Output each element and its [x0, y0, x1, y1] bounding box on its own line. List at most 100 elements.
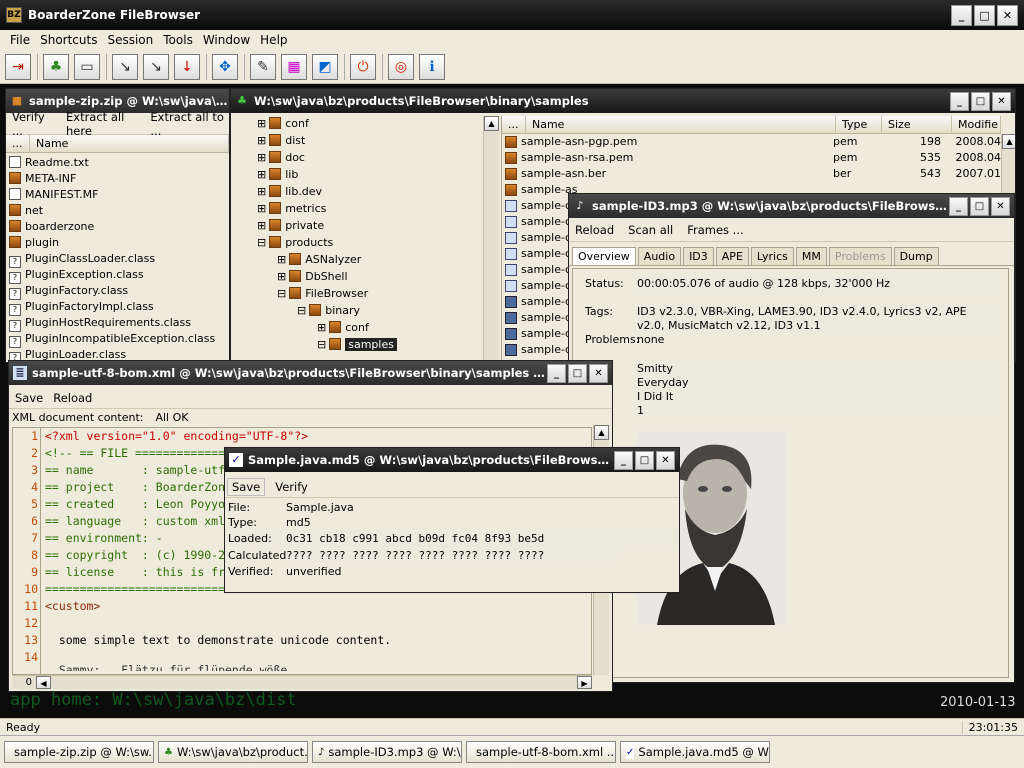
col-size[interactable]: Size	[882, 115, 952, 134]
id3-window-title-bar[interactable]: ♪ sample-ID3.mp3 @ W:\sw\java\bz\product…	[569, 194, 1014, 218]
list-item[interactable]: net	[6, 203, 229, 219]
maximize-button[interactable]: □	[568, 363, 587, 383]
collapse-icon[interactable]: ⊟	[257, 236, 266, 249]
col-name[interactable]: Name	[30, 134, 229, 153]
save-button[interactable]: Save	[11, 390, 47, 406]
info-icon[interactable]: ℹ	[419, 53, 445, 80]
tree-item-dbshell[interactable]: ⊞ DbShell	[231, 269, 483, 285]
table-row[interactable]: sample-asn-rsa.pem pem 535 2008.04	[502, 150, 1001, 166]
expand-icon[interactable]: ⊞	[257, 151, 266, 164]
expand-icon[interactable]: ⊞	[257, 185, 266, 198]
scroll-up-icon[interactable]: ▲	[594, 425, 609, 440]
xml-window-title-bar[interactable]: ≣ sample-utf-8-bom.xml @ W:\sw\java\bz\p…	[9, 361, 612, 385]
tree-item-dist[interactable]: ⊞ dist	[231, 133, 483, 149]
scroll-up-icon[interactable]: ▲	[484, 116, 499, 131]
list-item[interactable]: boarderzone	[6, 219, 229, 235]
expand-icon[interactable]: ⊞	[277, 270, 286, 283]
browser-window-title-bar[interactable]: ♣ W:\sw\java\bz\products\FileBrowser\bin…	[231, 89, 1015, 113]
tile-arrows-icon[interactable]: ✥	[212, 53, 238, 80]
maximize-button[interactable]: □	[635, 450, 654, 470]
menu-help[interactable]: Help	[256, 33, 291, 47]
minimize-button[interactable]: _	[950, 91, 969, 111]
edit-checklist-icon[interactable]: ✎	[250, 53, 276, 80]
tab-overview[interactable]: Overview	[572, 246, 636, 265]
collapse-icon[interactable]: ⊟	[297, 304, 306, 317]
task-md5[interactable]: ✓ Sample.java.md5 @ W:...	[620, 741, 770, 763]
window-arrow-icon[interactable]: ↘	[143, 53, 169, 80]
reload-button[interactable]: Reload	[571, 222, 618, 238]
menu-tools[interactable]: Tools	[159, 33, 197, 47]
list-item[interactable]: MANIFEST.MF	[6, 187, 229, 203]
menu-file[interactable]: File	[6, 33, 34, 47]
scroll-up-icon[interactable]: ▲	[1002, 134, 1015, 149]
tree-item-conf-sub[interactable]: ⊞ conf	[231, 320, 483, 336]
col-name[interactable]: Name	[526, 115, 836, 134]
tree-item-filebrowser[interactable]: ⊟ FileBrowser	[231, 286, 483, 302]
tree-item-metrics[interactable]: ⊞ metrics	[231, 201, 483, 217]
close-button[interactable]: ✕	[656, 450, 675, 470]
save-button[interactable]: Save	[227, 477, 266, 496]
window-red-arrow-icon[interactable]: ↓	[174, 53, 200, 80]
menu-session[interactable]: Session	[103, 33, 157, 47]
table-row[interactable]: sample-asn.ber ber 543 2007.01	[502, 166, 1001, 182]
collapse-icon[interactable]: ⊟	[317, 338, 326, 351]
list-item[interactable]: ? PluginFactory.class	[6, 283, 229, 300]
color-grid-icon[interactable]: ▦	[281, 53, 307, 80]
col-type[interactable]: Type	[836, 115, 882, 134]
tree-item-samples[interactable]: ⊟ samples	[231, 337, 483, 353]
close-button[interactable]: ✕	[991, 196, 1010, 216]
md5-window-title-bar[interactable]: ✓ Sample.java.md5 @ W:\sw\java\bz\produc…	[225, 448, 679, 472]
tree-item-private[interactable]: ⊞ private	[231, 218, 483, 234]
power-icon[interactable]: ⏻	[350, 53, 376, 80]
menu-window[interactable]: Window	[199, 33, 254, 47]
collapse-icon[interactable]: ⊟	[277, 287, 286, 300]
scroll-left-icon[interactable]: ◀	[36, 676, 51, 689]
expand-icon[interactable]: ⊞	[317, 321, 326, 334]
xml-hscrollbar[interactable]: 0 ◀ ▶	[12, 675, 592, 689]
task-browser[interactable]: ♣ W:\sw\java\bz\product...	[158, 741, 308, 763]
tab-id3[interactable]: ID3	[683, 246, 714, 265]
expand-icon[interactable]: ⊞	[257, 117, 266, 130]
scan-all-button[interactable]: Scan all	[624, 222, 677, 238]
tree-item-asnalyzer[interactable]: ⊞ ASNalyzer	[231, 252, 483, 268]
list-item[interactable]: ? PluginException.class	[6, 267, 229, 284]
list-item[interactable]: META-INF	[6, 171, 229, 187]
tab-lyrics[interactable]: Lyrics	[750, 246, 794, 265]
scroll-right-icon[interactable]: ▶	[577, 676, 592, 689]
maximize-button[interactable]: □	[970, 196, 989, 216]
verify-button[interactable]: Verify	[271, 479, 312, 495]
expand-icon[interactable]: ⊞	[277, 253, 286, 266]
new-window-icon[interactable]: ▭	[74, 53, 100, 80]
list-item[interactable]: plugin	[6, 235, 229, 251]
tab-mm[interactable]: MM	[795, 246, 827, 265]
tab-dump[interactable]: Dump	[893, 246, 939, 265]
expand-icon[interactable]: ⊞	[257, 219, 266, 232]
list-item[interactable]: ? PluginClassLoader.class	[6, 251, 229, 268]
tab-audio[interactable]: Audio	[637, 246, 682, 265]
minimize-button[interactable]: _	[547, 363, 566, 383]
minimize-button[interactable]: _	[951, 4, 972, 26]
col-dots[interactable]: ...	[502, 115, 526, 134]
list-item[interactable]: ? PluginHostRequirements.class	[6, 315, 229, 332]
task-zip[interactable]: sample-zip.zip @ W:\sw...	[4, 741, 154, 763]
close-button[interactable]: ✕	[589, 363, 608, 383]
col-dots[interactable]: ...	[6, 134, 30, 153]
frames-button[interactable]: Frames ...	[683, 222, 747, 238]
col-modified[interactable]: Modifie	[952, 115, 1001, 134]
close-button[interactable]: ✕	[997, 4, 1018, 26]
table-row[interactable]: sample-asn-pgp.pem pem 198 2008.04	[502, 134, 1001, 150]
list-item[interactable]: ? PluginFactoryImpl.class	[6, 299, 229, 316]
tree-item-doc[interactable]: ⊞ doc	[231, 150, 483, 166]
tree-item-binary[interactable]: ⊟ binary	[231, 303, 483, 319]
expand-icon[interactable]: ⊞	[257, 134, 266, 147]
tree-item-conf[interactable]: ⊞ conf	[231, 116, 483, 132]
task-xml[interactable]: sample-utf-8-bom.xml ...	[466, 741, 616, 763]
reload-button[interactable]: Reload	[49, 390, 96, 406]
expand-icon[interactable]: ⊞	[257, 168, 266, 181]
close-button[interactable]: ✕	[992, 91, 1011, 111]
lifebuoy-icon[interactable]: ◎	[388, 53, 414, 80]
tree-icon[interactable]: ♣	[43, 53, 69, 80]
window-down-icon[interactable]: ↘	[112, 53, 138, 80]
menu-shortcuts[interactable]: Shortcuts	[36, 33, 101, 47]
tree-scrollbar[interactable]: ▲	[483, 116, 499, 362]
